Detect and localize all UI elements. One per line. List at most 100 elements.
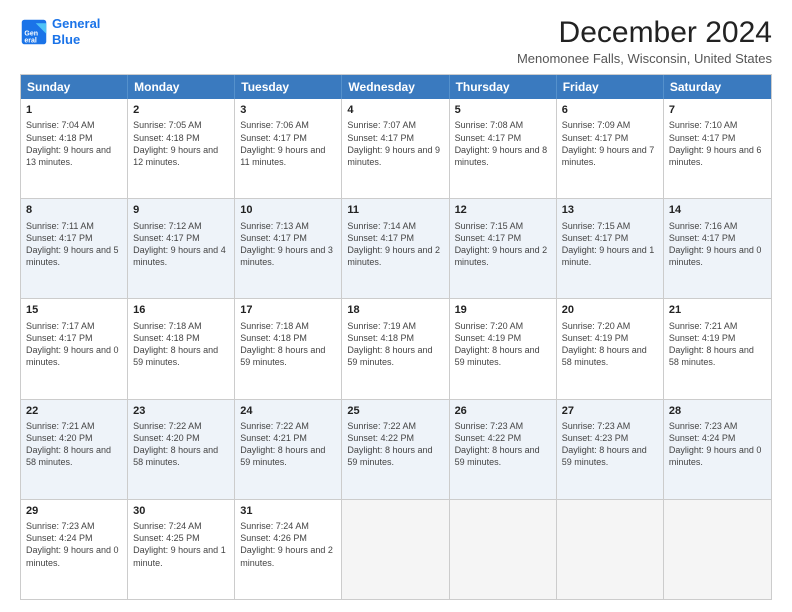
day-number: 12 xyxy=(455,203,551,218)
day-info: Sunrise: 7:23 AMSunset: 4:24 PMDaylight:… xyxy=(26,520,122,569)
day-cell-17: 17 Sunrise: 7:18 AMSunset: 4:18 PMDayligh… xyxy=(235,299,342,398)
day-number: 27 xyxy=(562,404,658,419)
day-number: 1 xyxy=(26,103,122,118)
day-cell-13: 13Sunrise: 7:15 AMSunset: 4:17 PMDayligh… xyxy=(557,199,664,298)
day-info: Sunrise: 7:23 AMSunset: 4:23 PMDaylight:… xyxy=(562,420,658,469)
day-cell-28: 28Sunrise: 7:23 AMSunset: 4:24 PMDayligh… xyxy=(664,400,771,499)
day-info: Sunrise: 7:10 AMSunset: 4:17 PMDaylight:… xyxy=(669,119,766,168)
empty-cell xyxy=(450,500,557,599)
day-number: 31 xyxy=(240,504,336,519)
calendar-week-4: 22Sunrise: 7:21 AMSunset: 4:20 PMDayligh… xyxy=(21,399,771,499)
title-block: December 2024 Menomonee Falls, Wisconsin… xyxy=(517,16,772,66)
day-cell-12: 12Sunrise: 7:15 AMSunset: 4:17 PMDayligh… xyxy=(450,199,557,298)
day-number: 2 xyxy=(133,103,229,118)
calendar-week-2: 8Sunrise: 7:11 AMSunset: 4:17 PMDaylight… xyxy=(21,198,771,298)
day-number: 5 xyxy=(455,103,551,118)
day-info: Sunrise: 7:19 AMSunset: 4:18 PMDaylight:… xyxy=(347,320,443,369)
day-number: 15 xyxy=(26,303,122,318)
day-cell-20: 20 Sunrise: 7:20 AMSunset: 4:19 PMDayligh… xyxy=(557,299,664,398)
logo-text-line1: General xyxy=(52,16,100,32)
day-number: 20 xyxy=(562,303,658,318)
day-cell-2: 2Sunrise: 7:05 AMSunset: 4:18 PMDaylight… xyxy=(128,99,235,198)
day-cell-3: 3Sunrise: 7:06 AMSunset: 4:17 PMDaylight… xyxy=(235,99,342,198)
day-cell-24: 24Sunrise: 7:22 AMSunset: 4:21 PMDayligh… xyxy=(235,400,342,499)
day-cell-30: 30Sunrise: 7:24 AMSunset: 4:25 PMDayligh… xyxy=(128,500,235,599)
day-cell-29: 29Sunrise: 7:23 AMSunset: 4:24 PMDayligh… xyxy=(21,500,128,599)
day-cell-11: 11 Sunrise: 7:14 AMSunset: 4:17 PMDayligh… xyxy=(342,199,449,298)
day-info: Sunrise: 7:12 AMSunset: 4:17 PMDaylight:… xyxy=(133,220,229,269)
day-number: 11 xyxy=(347,203,443,218)
day-cell-1: 1Sunrise: 7:04 AMSunset: 4:18 PMDaylight… xyxy=(21,99,128,198)
day-info: Sunrise: 7:11 AMSunset: 4:17 PMDaylight:… xyxy=(26,220,122,269)
day-cell-31: 31Sunrise: 7:24 AMSunset: 4:26 PMDayligh… xyxy=(235,500,342,599)
day-info: Sunrise: 7:22 AMSunset: 4:21 PMDaylight:… xyxy=(240,420,336,469)
day-info: Sunrise: 7:05 AMSunset: 4:18 PMDaylight:… xyxy=(133,119,229,168)
day-info: Sunrise: 7:20 AMSunset: 4:19 PMDaylight:… xyxy=(562,320,658,369)
header-day-wednesday: Wednesday xyxy=(342,75,449,99)
day-info: Sunrise: 7:17 AMSunset: 4:17 PMDaylight:… xyxy=(26,320,122,369)
logo-text-line2: Blue xyxy=(52,32,100,48)
day-info: Sunrise: 7:21 AMSunset: 4:20 PMDaylight:… xyxy=(26,420,122,469)
day-info: Sunrise: 7:16 AMSunset: 4:17 PMDaylight:… xyxy=(669,220,766,269)
day-cell-6: 6Sunrise: 7:09 AMSunset: 4:17 PMDaylight… xyxy=(557,99,664,198)
day-number: 3 xyxy=(240,103,336,118)
day-info: Sunrise: 7:22 AMSunset: 4:20 PMDaylight:… xyxy=(133,420,229,469)
day-info: Sunrise: 7:07 AMSunset: 4:17 PMDaylight:… xyxy=(347,119,443,168)
day-info: Sunrise: 7:14 AMSunset: 4:17 PMDaylight:… xyxy=(347,220,443,269)
day-cell-26: 26Sunrise: 7:23 AMSunset: 4:22 PMDayligh… xyxy=(450,400,557,499)
empty-cell xyxy=(557,500,664,599)
day-number: 4 xyxy=(347,103,443,118)
day-number: 18 xyxy=(347,303,443,318)
day-cell-27: 27Sunrise: 7:23 AMSunset: 4:23 PMDayligh… xyxy=(557,400,664,499)
day-number: 25 xyxy=(347,404,443,419)
empty-cell xyxy=(664,500,771,599)
svg-text:Gen: Gen xyxy=(24,30,38,37)
day-cell-14: 14 Sunrise: 7:16 AMSunset: 4:17 PMDayligh… xyxy=(664,199,771,298)
day-info: Sunrise: 7:23 AMSunset: 4:24 PMDaylight:… xyxy=(669,420,766,469)
page-header: Gen eral General Blue December 2024 Meno… xyxy=(20,16,772,66)
day-info: Sunrise: 7:18 AMSunset: 4:18 PMDaylight:… xyxy=(133,320,229,369)
day-number: 17 xyxy=(240,303,336,318)
header-day-friday: Friday xyxy=(557,75,664,99)
day-number: 6 xyxy=(562,103,658,118)
day-number: 30 xyxy=(133,504,229,519)
logo: Gen eral General Blue xyxy=(20,16,100,47)
calendar-body: 1Sunrise: 7:04 AMSunset: 4:18 PMDaylight… xyxy=(21,99,771,599)
day-info: Sunrise: 7:13 AMSunset: 4:17 PMDaylight:… xyxy=(240,220,336,269)
day-info: Sunrise: 7:08 AMSunset: 4:17 PMDaylight:… xyxy=(455,119,551,168)
day-cell-9: 9 Sunrise: 7:12 AMSunset: 4:17 PMDaylight… xyxy=(128,199,235,298)
day-number: 9 xyxy=(133,203,229,218)
day-info: Sunrise: 7:24 AMSunset: 4:26 PMDaylight:… xyxy=(240,520,336,569)
day-info: Sunrise: 7:04 AMSunset: 4:18 PMDaylight:… xyxy=(26,119,122,168)
subtitle: Menomonee Falls, Wisconsin, United State… xyxy=(517,51,772,66)
day-cell-21: 21Sunrise: 7:21 AMSunset: 4:19 PMDayligh… xyxy=(664,299,771,398)
header-day-thursday: Thursday xyxy=(450,75,557,99)
day-number: 21 xyxy=(669,303,766,318)
day-info: Sunrise: 7:09 AMSunset: 4:17 PMDaylight:… xyxy=(562,119,658,168)
calendar-week-1: 1Sunrise: 7:04 AMSunset: 4:18 PMDaylight… xyxy=(21,99,771,198)
day-cell-10: 10 Sunrise: 7:13 AMSunset: 4:17 PMDayligh… xyxy=(235,199,342,298)
main-title: December 2024 xyxy=(517,16,772,49)
day-number: 23 xyxy=(133,404,229,419)
day-cell-22: 22Sunrise: 7:21 AMSunset: 4:20 PMDayligh… xyxy=(21,400,128,499)
day-number: 7 xyxy=(669,103,766,118)
header-day-tuesday: Tuesday xyxy=(235,75,342,99)
calendar-header: SundayMondayTuesdayWednesdayThursdayFrid… xyxy=(21,75,771,99)
day-info: Sunrise: 7:18 AMSunset: 4:18 PMDaylight:… xyxy=(240,320,336,369)
day-info: Sunrise: 7:24 AMSunset: 4:25 PMDaylight:… xyxy=(133,520,229,569)
header-day-saturday: Saturday xyxy=(664,75,771,99)
day-info: Sunrise: 7:23 AMSunset: 4:22 PMDaylight:… xyxy=(455,420,551,469)
day-cell-18: 18 Sunrise: 7:19 AMSunset: 4:18 PMDayligh… xyxy=(342,299,449,398)
calendar: SundayMondayTuesdayWednesdayThursdayFrid… xyxy=(20,74,772,600)
day-cell-25: 25Sunrise: 7:22 AMSunset: 4:22 PMDayligh… xyxy=(342,400,449,499)
day-info: Sunrise: 7:20 AMSunset: 4:19 PMDaylight:… xyxy=(455,320,551,369)
day-number: 16 xyxy=(133,303,229,318)
day-number: 10 xyxy=(240,203,336,218)
day-number: 14 xyxy=(669,203,766,218)
day-cell-5: 5Sunrise: 7:08 AMSunset: 4:17 PMDaylight… xyxy=(450,99,557,198)
day-number: 22 xyxy=(26,404,122,419)
calendar-week-3: 15 Sunrise: 7:17 AMSunset: 4:17 PMDayligh… xyxy=(21,298,771,398)
day-cell-16: 16 Sunrise: 7:18 AMSunset: 4:18 PMDayligh… xyxy=(128,299,235,398)
empty-cell xyxy=(342,500,449,599)
logo-icon: Gen eral xyxy=(20,18,48,46)
